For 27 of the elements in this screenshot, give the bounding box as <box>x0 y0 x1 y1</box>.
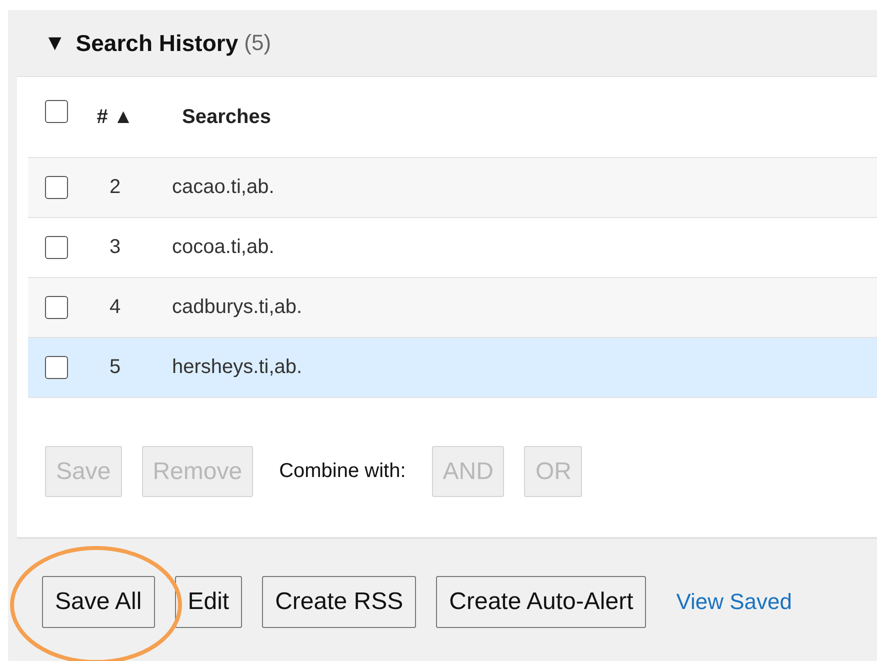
search-query: hersheys.ti,ab. <box>172 356 302 379</box>
row-number: 3 <box>108 236 122 259</box>
collapse-toggle[interactable]: ▼ <box>44 30 66 56</box>
checkbox[interactable] <box>45 296 68 319</box>
checkbox[interactable] <box>45 176 68 199</box>
row-number: 5 <box>108 356 122 379</box>
panel-title: Search History <box>76 30 238 56</box>
view-saved-link[interactable]: View Saved <box>676 589 792 615</box>
column-header[interactable]: Searches <box>182 106 271 128</box>
search-count: (5) <box>244 30 272 56</box>
action-button[interactable]: Create RSS <box>262 576 416 628</box>
column-header[interactable]: # ▲ <box>85 106 145 128</box>
row-number: 2 <box>108 176 122 199</box>
history-row[interactable]: 5 hersheys.ti,ab. <box>28 337 877 397</box>
checkbox[interactable] <box>45 100 68 122</box>
action-button[interactable]: Save All <box>42 576 155 628</box>
history-row[interactable]: 2 cacao.ti,ab. <box>28 157 877 217</box>
combine-label: Combine with: <box>279 460 406 483</box>
action-button[interactable]: Edit <box>174 576 242 628</box>
checkbox[interactable] <box>45 356 68 379</box>
search-query: cocoa.ti,ab. <box>172 236 274 259</box>
search-query: cacao.ti,ab. <box>172 176 274 199</box>
action-button[interactable]: Create Auto-Alert <box>436 576 646 628</box>
row-number: 4 <box>108 296 122 319</box>
history-row[interactable]: 4 cadburys.ti,ab. <box>28 277 877 337</box>
checkbox[interactable] <box>45 236 68 259</box>
search-query: cadburys.ti,ab. <box>172 296 302 319</box>
